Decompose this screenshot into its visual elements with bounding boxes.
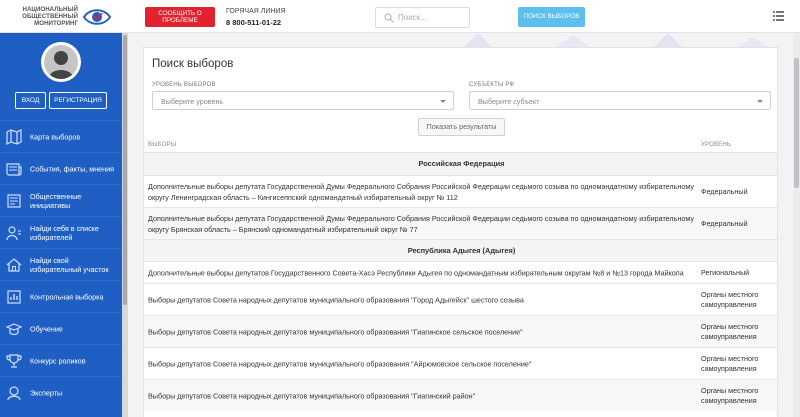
election-name[interactable]: Дополнительные выборы депутата Государст…: [148, 213, 696, 235]
graduation-icon: [6, 322, 22, 335]
sidebar-item-label: Обучение: [30, 324, 63, 333]
election-level: Органы местного самоуправления: [701, 353, 759, 373]
table-row[interactable]: Дополнительные выборы депутатов Государс…: [144, 261, 777, 283]
initiatives-icon: [7, 193, 21, 208]
subject-label: СУБЪЕКТЫ РФ: [469, 82, 515, 88]
site-logo[interactable]: НАЦИОНАЛЬНЫЙ ОБЩЕСТВЕННЫЙ МОНИТОРИНГ: [16, 6, 116, 28]
sidebar-item-label: Конкурс роликов: [30, 356, 86, 365]
trophy-icon: [6, 353, 22, 368]
search-box[interactable]: [375, 7, 470, 28]
table-row[interactable]: Дополнительные выборы депутата Государст…: [144, 175, 777, 207]
sidebar-item-polling-station[interactable]: Найди свой избирательный участок: [0, 248, 122, 280]
sidebar-scroll-thumb[interactable]: [123, 35, 127, 305]
election-level: Региональный: [701, 267, 750, 277]
subject-select[interactable]: Выберите субъект: [469, 91, 771, 110]
sidebar: ВХОД РЕГИСТРАЦИЯ Карта выборов События, …: [0, 33, 122, 417]
sidebar-item-label: События, факты, мнения: [30, 164, 115, 173]
page-scroll-thumb[interactable]: [794, 58, 799, 188]
group-label: Российская Федерация: [418, 159, 505, 168]
show-results-button[interactable]: Показать результаты: [418, 118, 505, 136]
elections-table: Российская Федерация Дополнительные выбо…: [144, 152, 777, 411]
logo-text: НАЦИОНАЛЬНЫЙ ОБЩЕСТВЕННЫЙ МОНИТОРИНГ: [22, 6, 78, 28]
level-select[interactable]: Выберите уровень: [152, 91, 454, 110]
report-problem-button[interactable]: СООБЩИТЬ О ПРОБЛЕМЕ: [145, 7, 215, 27]
register-button[interactable]: РЕГИСТРАЦИЯ: [49, 92, 107, 109]
search-input[interactable]: [398, 10, 466, 25]
election-level: Органы местного самоуправления: [701, 385, 759, 405]
report-icon: [7, 289, 21, 304]
column-header-level: УРОВЕНЬ: [701, 142, 732, 148]
chevron-down-icon: [440, 100, 446, 103]
page-scrollbar[interactable]: [793, 33, 800, 417]
login-button[interactable]: ВХОД: [15, 92, 46, 109]
election-level: Федеральный: [701, 186, 748, 196]
election-name[interactable]: Выборы депутатов Совета народных депутат…: [148, 326, 696, 337]
election-name[interactable]: Выборы депутатов Совета народных депутат…: [148, 390, 696, 401]
sidebar-item-voter-list[interactable]: Найди себя в списке избирателей: [0, 216, 122, 248]
election-name[interactable]: Дополнительные выборы депутатов Государс…: [148, 267, 696, 278]
sidebar-item-control-sample[interactable]: Контрольная выборка: [0, 280, 122, 312]
election-name[interactable]: Выборы депутатов Совета народных депутат…: [148, 358, 696, 369]
column-header-elections: ВЫБОРЫ: [148, 142, 177, 148]
search-elections-button[interactable]: ПОИСК ВЫБОРОВ: [518, 7, 585, 27]
election-name[interactable]: Дополнительные выборы депутата Государст…: [148, 181, 696, 203]
experts-icon: [7, 385, 21, 400]
table-row[interactable]: Выборы депутатов Совета народных депутат…: [144, 379, 777, 411]
election-level: Федеральный: [701, 218, 748, 228]
map-icon: [6, 128, 22, 145]
sidebar-item-experts[interactable]: Эксперты: [0, 376, 122, 408]
news-icon: [6, 162, 22, 176]
user-icon: [48, 51, 74, 79]
table-row[interactable]: Выборы депутатов Совета народных депутат…: [144, 315, 777, 347]
sidebar-item-label: Контрольная выборка: [30, 292, 104, 301]
hotline-number[interactable]: 8 800-511-01-22: [226, 18, 286, 27]
eye-logo-icon: [82, 9, 112, 25]
sidebar-item-label: Карта выборов: [30, 132, 81, 141]
sidebar-item-training[interactable]: Обучение: [0, 312, 122, 344]
election-level: Органы местного самоуправления: [701, 321, 759, 341]
group-row: Республика Адыгея (Адыгея): [144, 239, 777, 261]
sidebar-item-video-contest[interactable]: Конкурс роликов: [0, 344, 122, 376]
group-row: Российская Федерация: [144, 152, 777, 175]
page-title: Поиск выборов: [152, 58, 234, 70]
group-label: Республика Адыгея (Адыгея): [407, 246, 516, 255]
sidebar-item-map[interactable]: Карта выборов: [0, 120, 122, 152]
sidebar-scrollbar[interactable]: [122, 33, 128, 417]
menu-icon[interactable]: [773, 11, 784, 21]
election-name[interactable]: Выборы депутатов Совета народных депутат…: [148, 294, 696, 305]
sidebar-item-label: Общественные инициативы: [30, 191, 82, 210]
user-list-icon: [6, 225, 21, 240]
sidebar-item-label: Найди себя в списке избирателей: [30, 223, 99, 242]
search-icon: [384, 13, 394, 23]
level-select-value: Выберите уровень: [161, 97, 224, 106]
table-row[interactable]: Выборы депутатов Совета народных депутат…: [144, 347, 777, 379]
sidebar-item-label: Эксперты: [30, 388, 63, 397]
sidebar-item-news[interactable]: События, факты, мнения: [0, 152, 122, 184]
sidebar-item-label: Найди свой избирательный участок: [30, 255, 109, 274]
election-level: Органы местного самоуправления: [701, 289, 759, 309]
chevron-down-icon: [757, 100, 763, 103]
sidebar-item-initiatives[interactable]: Общественные инициативы: [0, 184, 122, 216]
table-row[interactable]: Дополнительные выборы депутата Государст…: [144, 207, 777, 239]
top-header: НАЦИОНАЛЬНЫЙ ОБЩЕСТВЕННЫЙ МОНИТОРИНГ СОО…: [0, 0, 800, 33]
level-label: УРОВЕНЬ ВЫБОРОВ: [152, 82, 216, 88]
home-icon: [6, 257, 22, 272]
table-row[interactable]: Выборы депутатов Совета народных депутат…: [144, 283, 777, 315]
hotline: ГОРЯЧАЯ ЛИНИЯ 8 800-511-01-22: [226, 8, 286, 27]
hotline-label: ГОРЯЧАЯ ЛИНИЯ: [226, 8, 286, 15]
subject-select-value: Выберите субъект: [478, 97, 540, 106]
avatar[interactable]: [41, 42, 81, 82]
search-elections-panel: Поиск выборов УРОВЕНЬ ВЫБОРОВ Выберите у…: [143, 47, 778, 417]
